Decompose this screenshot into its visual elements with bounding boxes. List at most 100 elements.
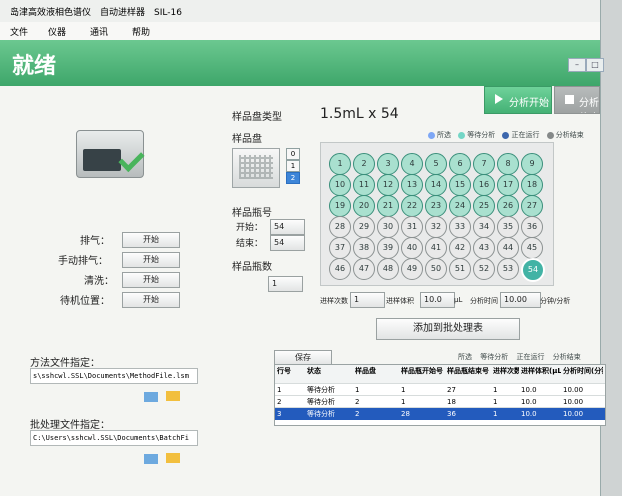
vial-47[interactable]: 47: [353, 258, 375, 280]
device-front-panel: [83, 149, 121, 171]
vial-9[interactable]: 9: [521, 153, 543, 175]
vial-49[interactable]: 49: [401, 258, 423, 280]
method-file-path[interactable]: s\sshcwl.SSL\Documents\MethodFile.lsm: [30, 368, 198, 384]
vial-43[interactable]: 43: [473, 237, 495, 259]
purge-label: 排气：: [80, 236, 110, 247]
vial-32[interactable]: 32: [425, 216, 447, 238]
purge-start-button[interactable]: 开始: [122, 232, 180, 248]
vial-33[interactable]: 33: [449, 216, 471, 238]
vial-20[interactable]: 20: [353, 195, 375, 217]
method-file-label: 方法文件指定：: [30, 358, 100, 369]
batch-file-path[interactable]: C:\Users\sshcwl.SSL\Documents\BatchFi: [30, 430, 198, 446]
vial-52[interactable]: 52: [473, 258, 495, 280]
menu-communication[interactable]: 通讯: [90, 25, 108, 38]
vial-10[interactable]: 10: [329, 174, 351, 196]
vial-22[interactable]: 22: [401, 195, 423, 217]
analysis-time-label: 分析时间: [470, 297, 498, 305]
injection-count-input[interactable]: 1: [350, 292, 385, 308]
standby-start-button[interactable]: 开始: [122, 292, 180, 308]
vial-48[interactable]: 48: [377, 258, 399, 280]
vial-34[interactable]: 34: [473, 216, 495, 238]
injection-volume-input[interactable]: 10.0: [420, 292, 455, 308]
analysis-time-input[interactable]: 10.00: [500, 292, 541, 308]
tray-index-1[interactable]: 1: [286, 160, 300, 172]
vial-13[interactable]: 13: [401, 174, 423, 196]
vial-21[interactable]: 21: [377, 195, 399, 217]
vial-38[interactable]: 38: [353, 237, 375, 259]
vial-7[interactable]: 7: [473, 153, 495, 175]
vial-count-input[interactable]: 1: [268, 276, 303, 292]
vial-36[interactable]: 36: [521, 216, 543, 238]
injection-volume-label: 进样体积: [386, 297, 414, 305]
vial-28[interactable]: 28: [329, 216, 351, 238]
batch-legend: 所选 等待分析 正在运行 分析结束: [458, 352, 581, 362]
vial-number-label: 样品瓶号: [232, 208, 272, 219]
vial-16[interactable]: 16: [473, 174, 495, 196]
vial-51[interactable]: 51: [449, 258, 471, 280]
vial-26[interactable]: 26: [497, 195, 519, 217]
start-vial-input[interactable]: 54: [270, 219, 305, 235]
tray-index-2[interactable]: 2: [286, 172, 300, 184]
vial-23[interactable]: 23: [425, 195, 447, 217]
stop-analysis-button[interactable]: 分析停止: [554, 86, 600, 114]
injection-volume-unit: μL: [454, 296, 463, 304]
vial-37[interactable]: 37: [329, 237, 351, 259]
vial-41[interactable]: 41: [425, 237, 447, 259]
vial-42[interactable]: 42: [449, 237, 471, 259]
start-analysis-button[interactable]: 分析开始: [484, 86, 552, 114]
app-window: 岛津高效液相色谱仪 自动进样器 SIL-16 文件 仪器 通讯 帮助 就绪 – …: [0, 0, 606, 496]
maximize-button[interactable]: □: [586, 58, 604, 72]
manual-purge-start-button[interactable]: 开始: [122, 252, 180, 268]
tray-type-label: 样品盘类型: [232, 112, 282, 123]
title-bar: 岛津高效液相色谱仪 自动进样器 SIL-16: [0, 0, 600, 22]
tray-icon: [232, 148, 280, 188]
vial-40[interactable]: 40: [401, 237, 423, 259]
table-row[interactable]: 3 等待分析 2 28 36 1 10.0 10.00: [275, 407, 605, 420]
vial-45[interactable]: 45: [521, 237, 543, 259]
vial-29[interactable]: 29: [353, 216, 375, 238]
vial-53[interactable]: 53: [497, 258, 519, 280]
vial-44[interactable]: 44: [497, 237, 519, 259]
menu-instrument[interactable]: 仪器: [48, 25, 66, 38]
vial-18[interactable]: 18: [521, 174, 543, 196]
folder-icon[interactable]: [166, 391, 180, 401]
document-icon[interactable]: [144, 454, 158, 464]
vial-1[interactable]: 1: [329, 153, 351, 175]
wash-start-button[interactable]: 开始: [122, 272, 180, 288]
vial-50[interactable]: 50: [425, 258, 447, 280]
vial-17[interactable]: 17: [497, 174, 519, 196]
vial-6[interactable]: 6: [449, 153, 471, 175]
end-vial-input[interactable]: 54: [270, 235, 305, 251]
menu-help[interactable]: 帮助: [132, 25, 150, 38]
vial-24[interactable]: 24: [449, 195, 471, 217]
vial-30[interactable]: 30: [377, 216, 399, 238]
vial-12[interactable]: 12: [377, 174, 399, 196]
vial-8[interactable]: 8: [497, 153, 519, 175]
vial-2[interactable]: 2: [353, 153, 375, 175]
legend-selected: 所选: [428, 131, 451, 139]
vial-46[interactable]: 46: [329, 258, 351, 280]
vial-35[interactable]: 35: [497, 216, 519, 238]
vial-19[interactable]: 19: [329, 195, 351, 217]
window-title: 岛津高效液相色谱仪 自动进样器 SIL-16: [10, 8, 182, 18]
vial-5[interactable]: 5: [425, 153, 447, 175]
end-vial-label: 结束：: [236, 239, 264, 249]
minimize-button[interactable]: –: [568, 58, 586, 72]
vial-25[interactable]: 25: [473, 195, 495, 217]
vial-14[interactable]: 14: [425, 174, 447, 196]
menu-bar: 文件 仪器 通讯 帮助: [0, 22, 600, 41]
vial-31[interactable]: 31: [401, 216, 423, 238]
vial-4[interactable]: 4: [401, 153, 423, 175]
add-to-batch-button[interactable]: 添加到批处理表: [376, 318, 520, 340]
vial-3[interactable]: 3: [377, 153, 399, 175]
document-icon[interactable]: [144, 392, 158, 402]
vial-54[interactable]: 54: [521, 258, 545, 282]
vial-11[interactable]: 11: [353, 174, 375, 196]
vial-15[interactable]: 15: [449, 174, 471, 196]
menu-file[interactable]: 文件: [10, 25, 28, 38]
tray-index-0[interactable]: 0: [286, 148, 300, 160]
vial-39[interactable]: 39: [377, 237, 399, 259]
plate-panel: 1 2 3 4 5 6 7 8 9 10 11 12 13 14 15 16 17 18 19 20 21 22 23 24 2…: [320, 142, 554, 286]
folder-icon[interactable]: [166, 453, 180, 463]
vial-27[interactable]: 27: [521, 195, 543, 217]
